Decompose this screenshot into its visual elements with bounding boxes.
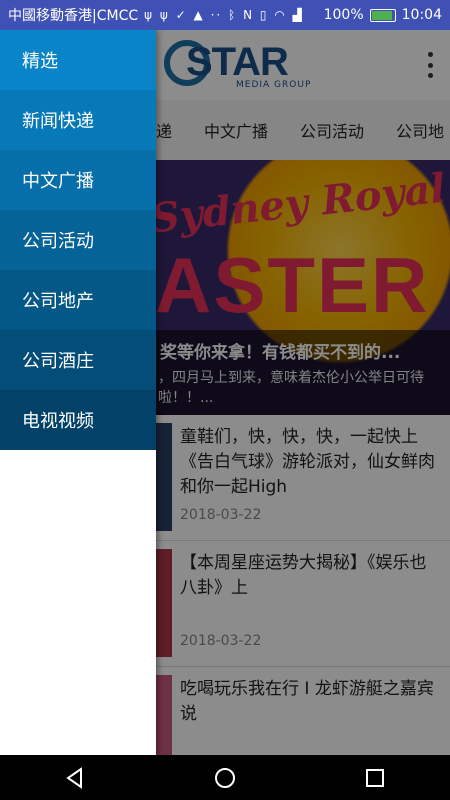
drawer-item-company-winery[interactable]: 公司酒庄 — [0, 330, 156, 390]
nfc-icon: N — [243, 8, 255, 22]
back-icon[interactable] — [55, 758, 95, 798]
drawer-item-company-events[interactable]: 公司活动 — [0, 210, 156, 270]
drawer-item-news[interactable]: 新闻快递 — [0, 90, 156, 150]
usb-icon: ψ — [159, 8, 170, 22]
battery-icon — [369, 8, 396, 22]
home-icon[interactable] — [205, 758, 245, 798]
carrier-name: 中國移動香港|CMCC — [8, 8, 139, 24]
usb-icon: ψ — [144, 8, 155, 22]
bluetooth-icon: ᛒ — [228, 8, 238, 22]
drawer-item-featured[interactable]: 精选 — [0, 30, 156, 90]
clock: 10:04 — [401, 7, 442, 23]
navigation-drawer: 精选 新闻快递 中文广播 公司活动 公司地产 公司酒庄 电视视频 — [0, 30, 156, 755]
status-icons: ψ ψ ✓ ▲ ·· ᛒ N ▯ ◠ ▟ — [144, 8, 304, 22]
notification-icon: ✓ — [175, 8, 188, 22]
wifi-icon: ◠ — [274, 8, 287, 22]
drawer-item-company-property[interactable]: 公司地产 — [0, 270, 156, 330]
more-icon: ·· — [210, 8, 223, 22]
recents-icon[interactable] — [355, 758, 395, 798]
drawer-item-chinese-radio[interactable]: 中文广播 — [0, 150, 156, 210]
signal-icon: ▟ — [292, 8, 304, 22]
vibrate-icon: ▯ — [259, 8, 269, 22]
drawer-item-tv-video[interactable]: 电视视频 — [0, 390, 156, 450]
app-icon: ▲ — [193, 8, 205, 22]
app-screen: STAR MEDIA GROUP 递 中文广播 公司活动 公司地 Sydney … — [0, 30, 450, 755]
status-bar: 中國移動香港|CMCC ψ ψ ✓ ▲ ·· ᛒ N ▯ ◠ ▟ 100% 10… — [0, 0, 450, 30]
battery-percent: 100% — [323, 7, 364, 23]
system-nav-bar — [0, 755, 450, 800]
